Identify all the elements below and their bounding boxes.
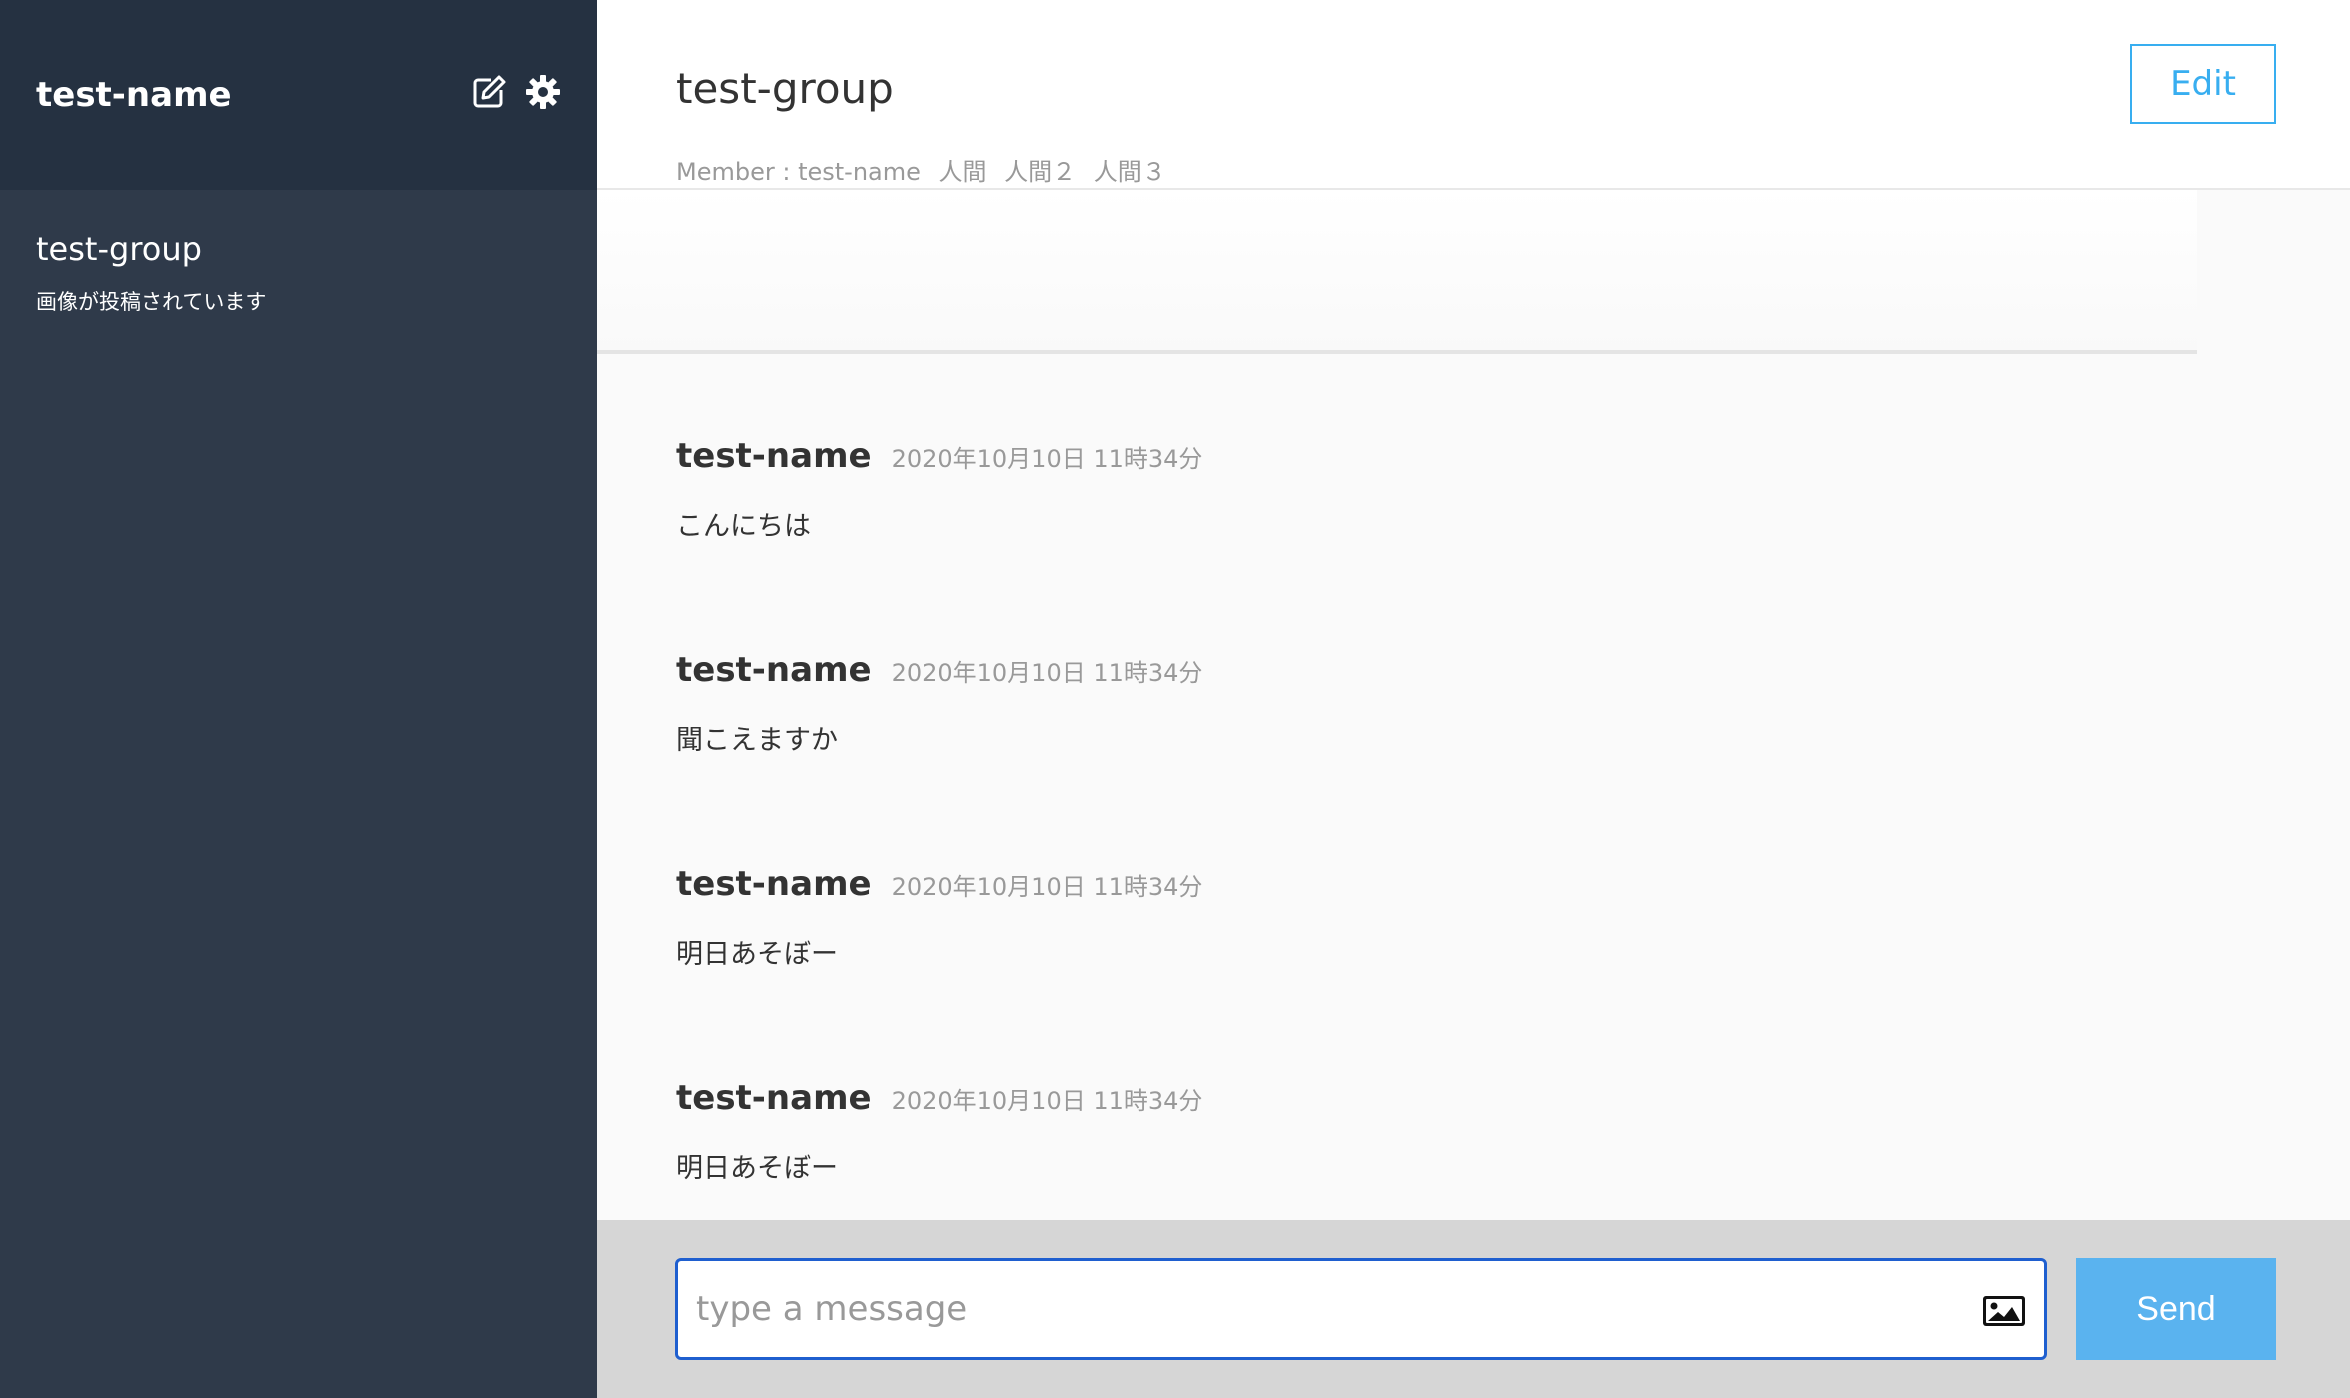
gear-icon[interactable] (525, 74, 561, 110)
send-button[interactable]: Send (2076, 1258, 2276, 1360)
group-list: test-group 画像が投稿されています (0, 190, 597, 356)
member-list: Member : test-name 人間 人間２ 人間３ (676, 152, 1166, 187)
message-header: test-name 2020年10月10日 11時34分 (676, 436, 1202, 476)
message-header: test-name 2020年10月10日 11時34分 (676, 864, 1202, 904)
message-header: test-name 2020年10月10日 11時34分 (676, 1078, 1202, 1118)
sidebar: test-name test-group 画像が投稿されています (0, 0, 597, 1398)
sidebar-header-icons (471, 74, 561, 110)
group-item-last-message: 画像が投稿されています (36, 290, 267, 314)
message-form: Send (597, 1220, 2350, 1398)
group-item-name: test-group (36, 230, 202, 268)
message-text: 明日あそぼー (676, 1153, 838, 1184)
message-text: 明日あそぼー (676, 939, 838, 970)
edit-icon[interactable] (471, 74, 507, 110)
message-text: 聞こえますか (676, 725, 838, 756)
chat-main: test-group Member : test-name 人間 人間２ 人間３… (597, 0, 2350, 1398)
member-name: 人間２ (1004, 158, 1077, 186)
message-date: 2020年10月10日 11時34分 (891, 873, 1203, 901)
message-item: test-name 2020年10月10日 11時34分 聞こえますか (676, 650, 1202, 757)
image-icon[interactable] (1982, 1295, 2026, 1327)
message-text: こんにちは (676, 511, 811, 542)
member-name: 人間 (938, 158, 987, 186)
chat-header: test-group Member : test-name 人間 人間２ 人間３… (597, 0, 2350, 190)
group-item[interactable]: test-group 画像が投稿されています (0, 230, 597, 356)
message-item: test-name 2020年10月10日 11時34分 明日あそぼー (676, 864, 1202, 971)
message-user: test-name (676, 436, 872, 476)
message-date: 2020年10月10日 11時34分 (891, 445, 1203, 473)
group-title: test-group (676, 64, 894, 113)
message-date: 2020年10月10日 11時34分 (891, 659, 1203, 687)
message-user: test-name (676, 1078, 872, 1118)
member-name: 人間３ (1093, 158, 1166, 186)
message-input-wrapper (675, 1258, 2047, 1360)
member-label: Member : test-name (676, 158, 921, 186)
message-list: test-name 2020年10月10日 11時34分 こんにちは test-… (597, 190, 2350, 1220)
sidebar-header: test-name (0, 0, 597, 190)
message-item: test-name 2020年10月10日 11時34分 明日あそぼー (676, 1078, 1202, 1185)
message-user: test-name (676, 864, 872, 904)
message-item: test-name 2020年10月10日 11時34分 こんにちは (676, 436, 1202, 543)
message-user: test-name (676, 650, 872, 690)
current-user-name: test-name (36, 75, 232, 115)
message-date: 2020年10月10日 11時34分 (891, 1087, 1203, 1115)
edit-group-button[interactable]: Edit (2130, 44, 2276, 124)
image-message (597, 190, 2197, 354)
app: test-name test-group 画像が投稿されています test-gr… (0, 0, 2350, 1398)
message-header: test-name 2020年10月10日 11時34分 (676, 650, 1202, 690)
message-input[interactable] (678, 1261, 2044, 1357)
